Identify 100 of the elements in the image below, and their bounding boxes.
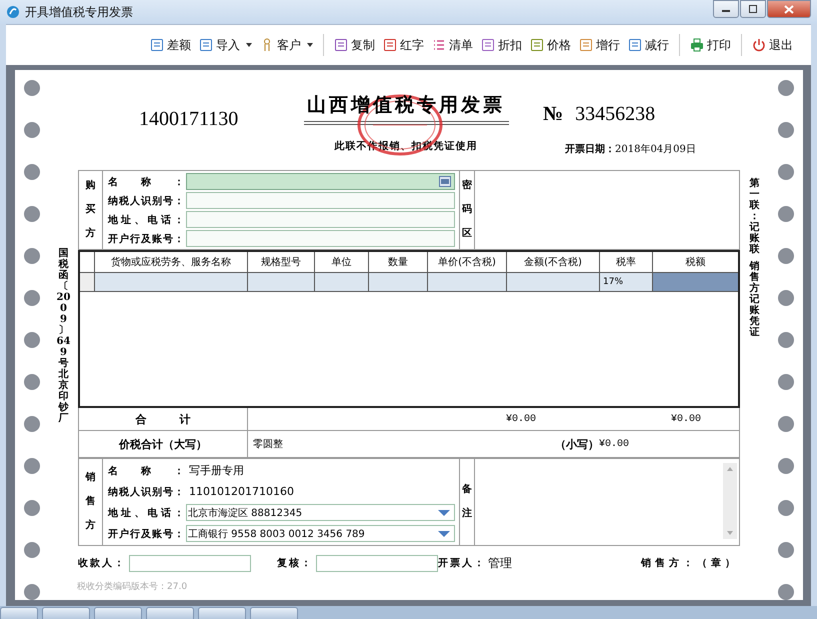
table-cell[interactable]: [369, 273, 428, 291]
punch-hole: [778, 164, 794, 180]
taskbar-button[interactable]: [250, 607, 298, 619]
punch-hole: [24, 542, 40, 558]
toolbar-button[interactable]: 红字: [379, 36, 428, 54]
total-amount: ¥0.00: [506, 414, 536, 424]
taskbar-button[interactable]: [0, 607, 38, 619]
input-field[interactable]: [186, 211, 455, 228]
punch-hole: [778, 206, 794, 222]
payee-field[interactable]: [129, 554, 251, 572]
column-header: 金额(不含税): [507, 252, 600, 272]
column-header: 税率: [600, 252, 653, 272]
toolbar-button[interactable]: 退出: [748, 36, 797, 54]
toolbar-button[interactable]: 客户: [256, 36, 317, 54]
punch-hole: [778, 416, 794, 432]
caret-icon: [246, 43, 252, 47]
toolbar-button[interactable]: 复制: [330, 36, 379, 54]
version-note: 税收分类编码版本号：27.0: [76, 580, 188, 593]
field-label: 纳税人识别号：: [108, 194, 184, 208]
table-cell[interactable]: [507, 273, 600, 291]
power-icon: [752, 38, 766, 52]
punch-hole: [778, 584, 794, 600]
invoice-date: 2018年04月09日: [615, 144, 696, 155]
punch-hole: [24, 80, 40, 96]
punch-hole: [778, 122, 794, 138]
punch-hole: [24, 500, 40, 516]
punch-hole: [778, 80, 794, 96]
punch-hole: [24, 122, 40, 138]
section-label: 密码区: [462, 178, 472, 241]
punch-hole: [778, 458, 794, 474]
app-icon: [6, 5, 20, 19]
toolbar-button[interactable]: 差额: [146, 36, 195, 54]
row-header[interactable]: [80, 273, 95, 291]
punch-hole: [24, 164, 40, 180]
punch-hole: [24, 584, 40, 600]
column-header: 税额: [684, 256, 706, 270]
toolbar-button[interactable]: 导入: [195, 36, 256, 54]
maximize-icon: [748, 5, 758, 13]
reviewer-field[interactable]: [316, 554, 438, 572]
window-title: 开具增值税专用发票: [25, 4, 133, 20]
input-field[interactable]: [186, 192, 455, 209]
margin-note: 国税函〔2009〕649号北京印钞厂: [56, 248, 72, 426]
picker-icon[interactable]: [439, 176, 451, 187]
toolbar-button[interactable]: 折扣: [477, 36, 526, 54]
column-header: 单价(不含税): [428, 252, 507, 272]
column-header: 规格型号: [248, 252, 315, 272]
figure-label: （小写）: [554, 436, 599, 452]
table-cell[interactable]: [653, 273, 738, 291]
table-cell[interactable]: 17%: [600, 273, 653, 291]
toolbar-button[interactable]: 增行: [575, 36, 624, 54]
invoice-code: 1400171130: [138, 107, 240, 132]
grand-total-label: 价税合计（大写）: [79, 431, 248, 457]
maximize-button[interactable]: [740, 0, 766, 18]
field-label: 名称：: [108, 176, 184, 188]
section-label: 购买方: [86, 178, 96, 241]
input-field[interactable]: [186, 230, 455, 247]
column-header: 单位: [315, 252, 369, 272]
toolbar-button[interactable]: 价格: [526, 36, 575, 54]
caret-icon: [307, 43, 313, 47]
seller-stamp-label: 销售方：（章）: [641, 556, 739, 570]
punch-hole: [778, 500, 794, 516]
table-cell[interactable]: [428, 273, 507, 291]
punch-hole: [24, 416, 40, 432]
punch-hole: [778, 290, 794, 306]
taskbar-button[interactable]: [94, 607, 142, 619]
input-field[interactable]: [186, 173, 455, 190]
field-label: 收款人：: [78, 556, 126, 570]
table-cell[interactable]: [248, 273, 315, 291]
table-cell[interactable]: [95, 273, 248, 291]
punch-hole: [24, 248, 40, 264]
punch-hole: [24, 374, 40, 390]
field-label: 复核：: [277, 556, 313, 570]
taskbar-button[interactable]: [198, 607, 246, 619]
close-button[interactable]: [767, 0, 811, 18]
number-sign: №: [543, 103, 564, 126]
toolbar-button[interactable]: 减行: [624, 36, 673, 54]
toolbar-button[interactable]: 打印: [686, 36, 735, 54]
total-label: 合 计: [79, 408, 248, 430]
punch-hole: [24, 206, 40, 222]
table-cell[interactable]: [315, 273, 369, 291]
amount-in-figures: ¥0.00: [598, 438, 629, 450]
invoice-number: 33456238: [575, 103, 656, 126]
taskbar-button[interactable]: [146, 607, 194, 619]
punch-hole: [24, 458, 40, 474]
issuer-name: 管理: [488, 554, 512, 572]
field-label: 开户行及账号：: [108, 232, 184, 246]
field-label: 地址、电话：: [108, 214, 184, 226]
amount-in-words: 零圆整: [253, 438, 283, 451]
punch-hole: [778, 374, 794, 390]
list-icon: [432, 38, 446, 52]
field-label: 开票人：: [438, 556, 486, 570]
date-label: 开票日期：: [565, 144, 615, 155]
print-icon: [690, 38, 704, 52]
punch-hole: [24, 290, 40, 306]
invoice-notice: 此联不作报销、扣税凭证使用: [334, 140, 478, 153]
taskbar-button[interactable]: [42, 607, 90, 619]
toolbar-button[interactable]: 清单: [428, 36, 477, 54]
punch-hole: [778, 542, 794, 558]
copy-note: 第一联：记账联: [748, 178, 760, 255]
minimize-button[interactable]: [713, 0, 739, 18]
